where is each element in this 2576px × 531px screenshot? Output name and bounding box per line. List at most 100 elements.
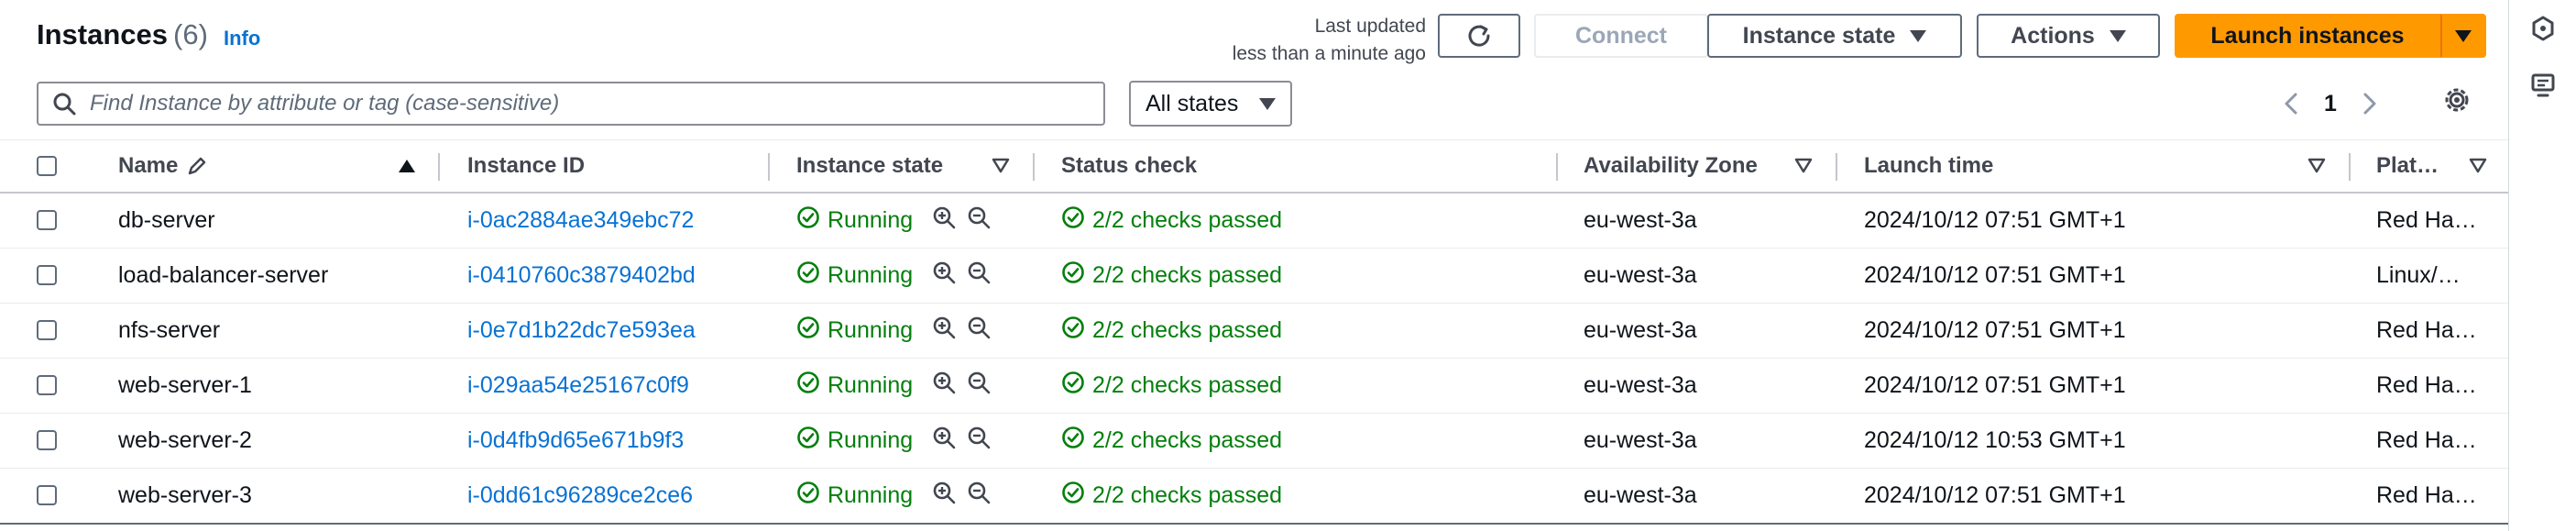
chevron-left-icon[interactable] [2282,91,2300,116]
feedback-panel-button[interactable] [2527,70,2559,101]
row-checkbox[interactable] [37,485,57,505]
table-row[interactable]: nfs-server i-0e7d1b22dc7e593ea Running 2/2 … [0,304,2508,359]
zoom-out-icon[interactable] [966,425,992,457]
zoom-in-icon[interactable] [931,425,957,457]
column-divider[interactable] [1033,153,1035,181]
sort-icon[interactable] [2307,158,2326,174]
state-filter-value: All states [1145,90,1239,116]
instance-state-cell: Running [796,359,992,412]
instance-id-link[interactable]: i-029aa54e25167c0f9 [467,359,689,412]
zoom-in-icon[interactable] [931,315,957,347]
zoom-out-icon[interactable] [966,370,992,402]
instance-name: db-server [118,206,215,233]
current-page[interactable]: 1 [2324,91,2337,117]
status-success-icon [1061,315,1085,346]
row-select-cell [37,414,57,467]
column-status-check[interactable]: Status check [1061,140,1197,192]
row-select-cell [37,304,57,357]
column-launch-time[interactable]: Launch time [1864,140,1993,192]
zoom-out-icon[interactable] [966,315,992,347]
instance-id-link[interactable]: i-0ac2884ae349ebc72 [467,194,694,247]
row-checkbox[interactable] [37,320,57,340]
availability-zone: eu-west-3a [1584,481,1697,508]
platform: Red Ha… [2376,316,2477,343]
instance-state-text: Running [828,371,914,398]
caret-down-icon [1910,29,1927,42]
last-updated: Last updated less than a minute ago [1191,13,1426,68]
column-divider[interactable] [768,153,770,181]
zoom-out-icon[interactable] [966,205,992,237]
state-filter-select[interactable]: All states [1129,81,1292,127]
status-check-cell: 2/2 checks passed [1061,304,1282,357]
chevron-right-icon[interactable] [2361,91,2379,116]
table-row[interactable]: web-server-1 i-029aa54e25167c0f9 Running 2/… [0,359,2508,414]
status-check-cell: 2/2 checks passed [1061,414,1282,467]
row-checkbox[interactable] [37,430,57,450]
sort-ascending-icon[interactable] [398,158,416,174]
column-divider[interactable] [438,153,440,181]
select-all-checkbox[interactable] [37,156,57,176]
instance-state-text: Running [828,316,914,343]
hexagon-info-icon [2532,16,2554,41]
status-check-text: 2/2 checks passed [1092,316,1283,343]
actions-dropdown[interactable]: Actions [1977,14,2160,58]
instance-name: load-balancer-server [118,261,329,288]
status-check-cell: 2/2 checks passed [1061,194,1282,247]
launch-time: 2024/10/12 10:53 GMT+1 [1864,426,2126,453]
column-name[interactable]: Name [118,140,209,192]
row-checkbox[interactable] [37,210,57,230]
instance-state-dropdown[interactable]: Instance state [1707,14,1962,58]
row-checkbox[interactable] [37,375,57,395]
table-settings-button[interactable] [2441,84,2472,120]
info-link[interactable]: Info [224,27,260,50]
gear-icon [2445,88,2469,112]
zoom-in-icon[interactable] [931,205,957,237]
sort-icon[interactable] [992,158,1010,174]
sort-icon[interactable] [2469,158,2487,174]
instance-id-link[interactable]: i-0d4fb9d65e671b9f3 [467,414,684,467]
launch-instances-button[interactable]: Launch instances [2175,14,2440,58]
side-panel-toggle-button[interactable] [2527,13,2559,44]
connect-button[interactable]: Connect [1534,14,1708,58]
row-checkbox[interactable] [37,265,57,285]
instance-state-text: Running [828,261,914,288]
refresh-button[interactable] [1438,14,1520,58]
zoom-out-icon[interactable] [966,260,992,292]
instance-name: web-server-3 [118,481,252,508]
column-availability-zone[interactable]: Availability Zone [1584,140,1758,192]
last-updated-value: less than a minute ago [1232,43,1426,64]
instance-state-text: Running [828,206,914,233]
table-row[interactable]: web-server-2 i-0d4fb9d65e671b9f3 Running 2/… [0,414,2508,469]
status-check-text: 2/2 checks passed [1092,481,1283,508]
launch-options-dropdown[interactable] [2440,14,2486,58]
actions-label: Actions [2011,22,2095,49]
instance-id-link[interactable]: i-0dd61c96289ce2ce6 [467,469,693,522]
instance-state-cell: Running [796,304,992,357]
search-input[interactable]: Find Instance by attribute or tag (case-… [37,82,1105,126]
launch-time: 2024/10/12 07:51 GMT+1 [1864,316,2126,343]
instance-id-link[interactable]: i-0e7d1b22dc7e593ea [467,304,696,357]
column-instance-state[interactable]: Instance state [796,140,943,192]
column-platform[interactable]: Plat… [2376,140,2439,192]
zoom-in-icon[interactable] [931,370,957,402]
caret-down-icon [1259,97,1276,110]
status-check-text: 2/2 checks passed [1092,371,1283,398]
column-divider[interactable] [1556,153,1558,181]
zoom-out-icon[interactable] [966,480,992,512]
instances-panel: Instances (6) Info Last updated less than… [0,0,2509,531]
table-row[interactable]: load-balancer-server i-0410760c3879402bd R… [0,249,2508,304]
table-row[interactable]: db-server i-0ac2884ae349ebc72 Running 2/2 c… [0,194,2508,249]
sort-icon[interactable] [1794,158,1813,174]
instance-id-link[interactable]: i-0410760c3879402bd [467,249,696,302]
zoom-in-icon[interactable] [931,480,957,512]
instance-name: web-server-1 [118,371,252,398]
platform: Linux/… [2376,261,2461,288]
status-success-icon [1061,260,1085,291]
refresh-icon [1468,25,1490,47]
column-divider[interactable] [2349,153,2351,181]
table-row[interactable]: web-server-3 i-0dd61c96289ce2ce6 Running 2/… [0,469,2508,525]
page-title-text: Instances [37,18,169,50]
column-instance-id[interactable]: Instance ID [467,140,585,192]
column-divider[interactable] [1836,153,1837,181]
zoom-in-icon[interactable] [931,260,957,292]
